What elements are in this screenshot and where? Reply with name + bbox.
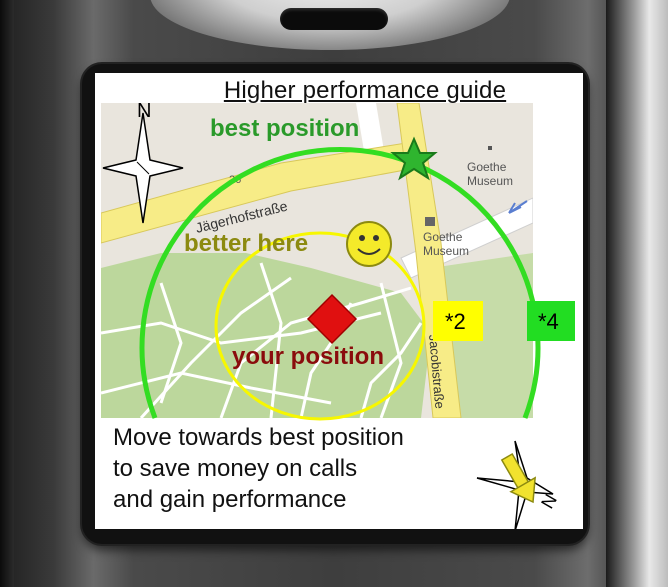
phone-right-edge	[606, 0, 668, 587]
best-position-label: best position	[210, 115, 359, 142]
compass-north-letter: N	[137, 100, 151, 122]
better-here-label: better here	[184, 230, 308, 257]
message-line: and gain performance	[113, 486, 347, 513]
compass-icon	[102, 112, 184, 224]
phone-left-edge	[0, 0, 14, 587]
multiplier-outer-badge: *4	[538, 309, 559, 334]
multiplier-inner-badge: *2	[445, 309, 466, 334]
outer-range-ring	[139, 146, 541, 419]
message-line: to save money on calls	[113, 455, 358, 482]
your-position-label: your position	[232, 343, 384, 370]
message-line: Move towards best position	[113, 424, 404, 451]
svg-text:N: N	[537, 491, 561, 512]
guidance-message: Move towards best position to save money…	[113, 422, 493, 515]
your-position-marker-icon[interactable]	[306, 293, 358, 345]
phone-body: Higher performance guide 26 Jägerhofstra…	[0, 0, 668, 587]
smiley-icon	[346, 221, 392, 267]
phone-screen: Higher performance guide 26 Jägerhofstra…	[95, 73, 583, 529]
earpiece-speaker	[280, 8, 388, 30]
